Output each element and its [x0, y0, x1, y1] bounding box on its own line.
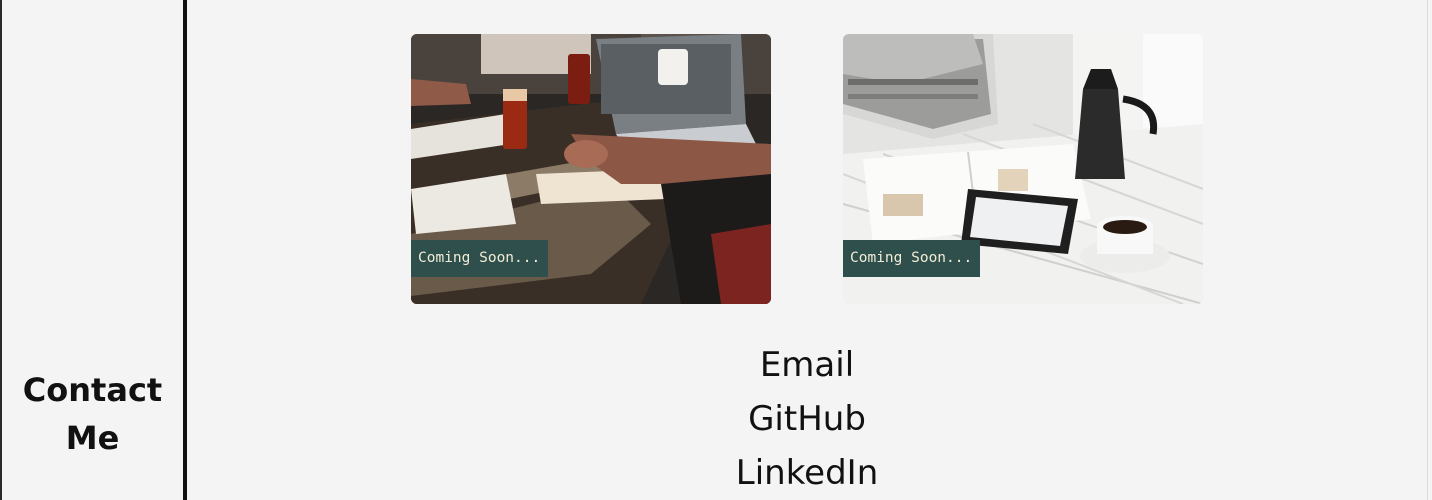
contact-heading-line2: Me — [65, 419, 120, 457]
coming-soon-badge-2: Coming Soon... — [843, 240, 981, 277]
github-link[interactable]: GitHub — [187, 392, 1427, 446]
sidebar: Contact Me — [2, 0, 183, 500]
portfolio-page: Contact Me Coming Soon... Coming Soon...… — [0, 0, 1432, 500]
coming-soon-badge-1: Coming Soon... — [411, 240, 549, 277]
project-card-1[interactable]: Coming Soon... — [411, 34, 771, 304]
project-card-2[interactable]: Coming Soon... — [843, 34, 1203, 304]
contact-links: Email GitHub LinkedIn — [187, 338, 1427, 500]
linkedin-link[interactable]: LinkedIn — [187, 446, 1427, 500]
email-link[interactable]: Email — [187, 338, 1427, 392]
contact-heading: Contact Me — [2, 366, 183, 462]
contact-heading-line1: Contact — [22, 371, 163, 409]
scrollbar-track[interactable] — [1427, 0, 1428, 500]
